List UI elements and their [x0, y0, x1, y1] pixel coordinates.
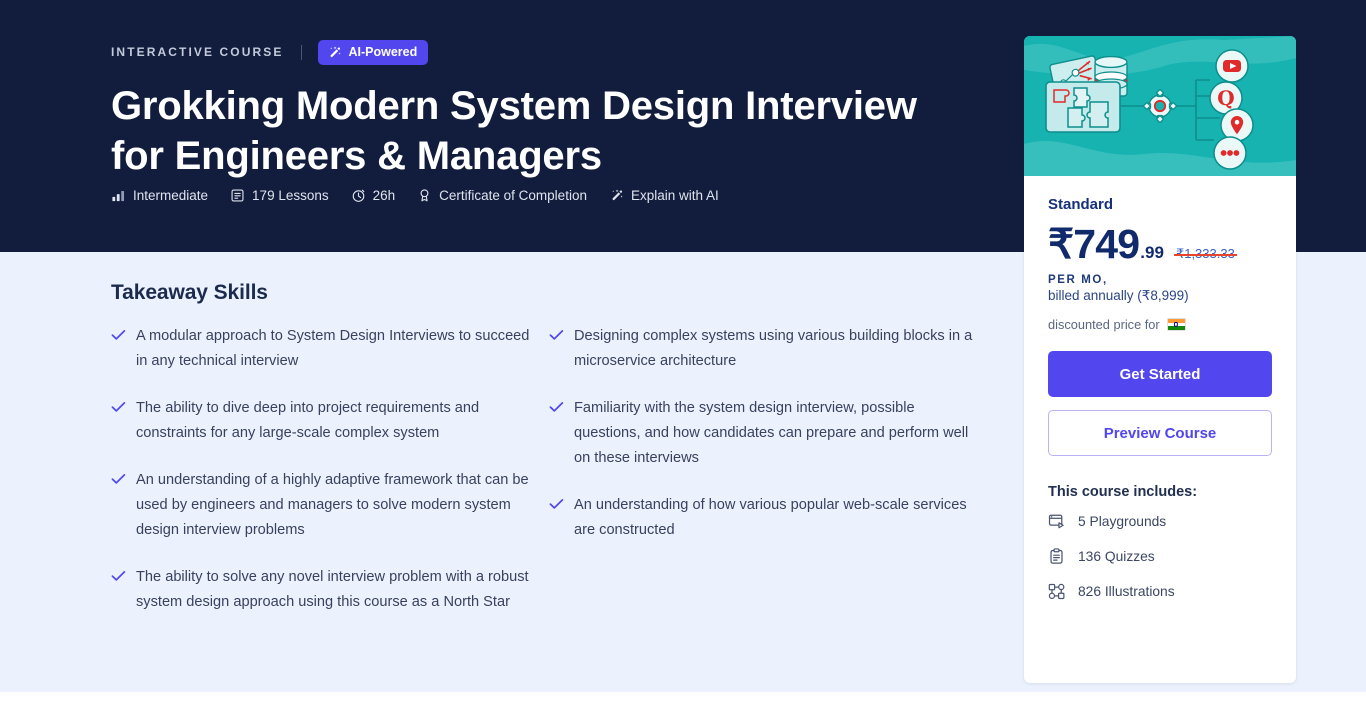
check-icon — [549, 400, 564, 418]
price-row: ₹749 .99 ₹1,333.33 — [1048, 224, 1272, 265]
skill-text: Designing complex systems using various … — [574, 328, 973, 369]
skills-grid: A modular approach to System Design Inte… — [111, 324, 991, 637]
skill-text: An understanding of a highly adaptive fr… — [136, 472, 529, 538]
magic-wand-icon — [609, 188, 624, 203]
original-price: ₹1,333.33 — [1173, 246, 1237, 261]
skill-text: A modular approach to System Design Inte… — [136, 328, 530, 369]
meta-item-duration: 26h — [351, 187, 396, 203]
includes-list: 5 Playgrounds 136 Quizzes 826 Illustrati… — [1048, 513, 1272, 600]
skill-item: The ability to dive deep into project re… — [111, 396, 543, 446]
skill-item: A modular approach to System Design Inte… — [111, 324, 543, 374]
includes-label-quizzes: 136 Quizzes — [1078, 549, 1155, 564]
meta-item-explain-with-ai[interactable]: Explain with AI — [609, 188, 719, 203]
illustrations-nodes-icon — [1048, 583, 1065, 600]
includes-item-illustrations: 826 Illustrations — [1048, 583, 1272, 600]
playground-icon — [1048, 513, 1065, 530]
skill-text: Familiarity with the system design inter… — [574, 400, 969, 466]
ai-powered-badge-label: AI-Powered — [348, 44, 418, 59]
price-period-label: PER MO, — [1048, 274, 1108, 286]
check-icon — [111, 400, 126, 418]
india-flag-icon — [1166, 318, 1186, 331]
meta-label-difficulty: Intermediate — [133, 187, 209, 203]
price-cents: .99 — [1140, 243, 1164, 262]
check-icon — [549, 328, 564, 346]
skill-item: An understanding of a highly adaptive fr… — [111, 468, 543, 543]
course-type-label: INTERACTIVE COURSE — [111, 45, 284, 59]
check-icon — [111, 472, 126, 490]
difficulty-bars-icon — [111, 188, 126, 203]
course-artwork: Q — [1024, 36, 1296, 176]
plan-name: Standard — [1048, 196, 1114, 213]
meta-item-difficulty: Intermediate — [111, 188, 208, 203]
clock-icon — [351, 188, 366, 203]
billing-note: billed annually (₹8,999) — [1048, 288, 1189, 303]
check-icon — [111, 569, 126, 587]
skills-column-right: Designing complex systems using various … — [549, 324, 981, 637]
check-icon — [549, 497, 564, 515]
pricing-card: Q Standard ₹749 .99 ₹1,333.33 PER MO, bi… — [1024, 36, 1296, 683]
meta-label-certificate: Certificate of Completion — [439, 187, 587, 203]
lessons-icon — [230, 188, 245, 203]
includes-label-illustrations: 826 Illustrations — [1078, 584, 1175, 599]
quiz-clipboard-icon — [1048, 548, 1065, 565]
meta-label-explain-with-ai: Explain with AI — [630, 187, 719, 203]
check-icon — [111, 328, 126, 346]
page-title: Grokking Modern System Design Interview … — [111, 84, 917, 178]
meta-item-certificate: Certificate of Completion — [417, 188, 587, 203]
skill-text: An understanding of how various popular … — [574, 497, 967, 538]
certificate-icon — [417, 188, 432, 203]
discount-note-label: discounted price for — [1048, 317, 1160, 332]
meta-label-lessons: 179 Lessons — [252, 187, 329, 203]
price-amount: ₹749 — [1048, 221, 1140, 267]
section-title: Takeaway Skills — [111, 281, 268, 304]
meta-label-duration: 26h — [372, 187, 396, 203]
get-started-button[interactable]: Get Started — [1048, 351, 1272, 397]
pricing-card-body: Standard ₹749 .99 ₹1,333.33 PER MO, bill… — [1024, 176, 1296, 600]
hero-content: INTERACTIVE COURSE AI-Powered Grokking M… — [111, 39, 971, 181]
course-landing-page: INTERACTIVE COURSE AI-Powered Grokking M… — [0, 0, 1366, 721]
includes-label-playgrounds: 5 Playgrounds — [1078, 514, 1167, 529]
skill-item: An understanding of how various popular … — [549, 493, 981, 543]
magic-wand-icon — [327, 45, 342, 60]
skill-item: The ability to solve any novel interview… — [111, 565, 543, 615]
course-meta-row: Intermediate 179 Lessons 26h Certificate… — [111, 188, 719, 203]
skill-text: The ability to dive deep into project re… — [136, 400, 480, 441]
eyebrow-row: INTERACTIVE COURSE AI-Powered — [111, 39, 971, 65]
meta-item-lessons: 179 Lessons — [230, 188, 329, 203]
eyebrow-divider — [301, 44, 303, 60]
discount-note-row: discounted price for — [1048, 317, 1272, 332]
svg-text:Q: Q — [1217, 86, 1234, 110]
skill-text: The ability to solve any novel interview… — [136, 569, 529, 610]
preview-course-button[interactable]: Preview Course — [1048, 410, 1272, 456]
skill-item: Familiarity with the system design inter… — [549, 396, 981, 471]
takeaway-skills-content: Takeaway Skills A modular approach to Sy… — [111, 281, 991, 637]
skills-column-left: A modular approach to System Design Inte… — [111, 324, 543, 637]
includes-item-quizzes: 136 Quizzes — [1048, 548, 1272, 565]
includes-item-playgrounds: 5 Playgrounds — [1048, 513, 1272, 530]
includes-title: This course includes: — [1048, 484, 1198, 500]
skill-item: Designing complex systems using various … — [549, 324, 981, 374]
ai-powered-badge[interactable]: AI-Powered — [318, 39, 429, 65]
